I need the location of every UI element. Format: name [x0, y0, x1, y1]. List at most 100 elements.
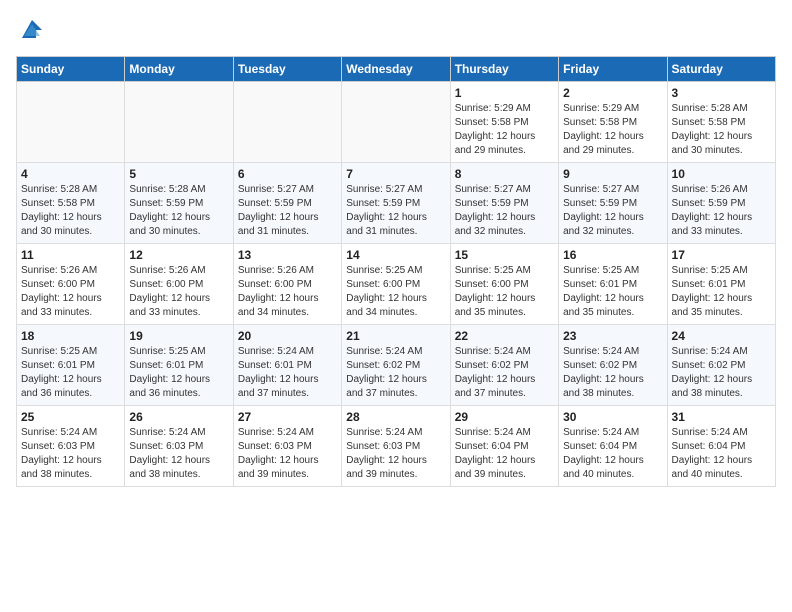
day-info: Sunrise: 5:26 AMSunset: 5:59 PMDaylight:…	[672, 183, 771, 239]
day-info: Sunrise: 5:25 AMSunset: 6:01 PMDaylight:…	[672, 264, 771, 320]
calendar-cell: 19 Sunrise: 5:25 AMSunset: 6:01 PMDayligh…	[125, 325, 233, 406]
calendar-cell: 25 Sunrise: 5:24 AMSunset: 6:03 PMDayligh…	[17, 406, 125, 487]
column-header-wednesday: Wednesday	[342, 57, 450, 82]
calendar-cell: 5 Sunrise: 5:28 AMSunset: 5:59 PMDaylight…	[125, 163, 233, 244]
column-header-monday: Monday	[125, 57, 233, 82]
day-number: 3	[672, 86, 771, 100]
day-number: 26	[129, 410, 228, 424]
logo-icon	[18, 16, 46, 44]
calendar-cell: 24 Sunrise: 5:24 AMSunset: 6:02 PMDayligh…	[667, 325, 775, 406]
day-info: Sunrise: 5:27 AMSunset: 5:59 PMDaylight:…	[455, 183, 554, 239]
column-header-thursday: Thursday	[450, 57, 558, 82]
calendar-cell: 28 Sunrise: 5:24 AMSunset: 6:03 PMDayligh…	[342, 406, 450, 487]
calendar-cell: 31 Sunrise: 5:24 AMSunset: 6:04 PMDayligh…	[667, 406, 775, 487]
day-info: Sunrise: 5:24 AMSunset: 6:02 PMDaylight:…	[563, 345, 662, 401]
calendar-cell: 27 Sunrise: 5:24 AMSunset: 6:03 PMDayligh…	[233, 406, 341, 487]
calendar-cell: 10 Sunrise: 5:26 AMSunset: 5:59 PMDayligh…	[667, 163, 775, 244]
day-number: 25	[21, 410, 120, 424]
day-info: Sunrise: 5:28 AMSunset: 5:59 PMDaylight:…	[129, 183, 228, 239]
day-number: 21	[346, 329, 445, 343]
calendar-cell: 20 Sunrise: 5:24 AMSunset: 6:01 PMDayligh…	[233, 325, 341, 406]
day-number: 15	[455, 248, 554, 262]
day-number: 9	[563, 167, 662, 181]
day-info: Sunrise: 5:24 AMSunset: 6:01 PMDaylight:…	[238, 345, 337, 401]
calendar-cell: 16 Sunrise: 5:25 AMSunset: 6:01 PMDayligh…	[559, 244, 667, 325]
calendar-cell: 17 Sunrise: 5:25 AMSunset: 6:01 PMDayligh…	[667, 244, 775, 325]
day-number: 8	[455, 167, 554, 181]
day-number: 2	[563, 86, 662, 100]
calendar-cell: 9 Sunrise: 5:27 AMSunset: 5:59 PMDaylight…	[559, 163, 667, 244]
calendar-cell: 22 Sunrise: 5:24 AMSunset: 6:02 PMDayligh…	[450, 325, 558, 406]
day-number: 4	[21, 167, 120, 181]
day-number: 28	[346, 410, 445, 424]
column-header-friday: Friday	[559, 57, 667, 82]
calendar-cell: 21 Sunrise: 5:24 AMSunset: 6:02 PMDayligh…	[342, 325, 450, 406]
day-number: 31	[672, 410, 771, 424]
day-info: Sunrise: 5:24 AMSunset: 6:02 PMDaylight:…	[346, 345, 445, 401]
day-info: Sunrise: 5:27 AMSunset: 5:59 PMDaylight:…	[346, 183, 445, 239]
day-number: 20	[238, 329, 337, 343]
day-info: Sunrise: 5:24 AMSunset: 6:04 PMDaylight:…	[563, 426, 662, 482]
calendar-cell	[233, 82, 341, 163]
day-info: Sunrise: 5:24 AMSunset: 6:04 PMDaylight:…	[455, 426, 554, 482]
day-number: 29	[455, 410, 554, 424]
calendar-cell: 29 Sunrise: 5:24 AMSunset: 6:04 PMDayligh…	[450, 406, 558, 487]
day-number: 13	[238, 248, 337, 262]
day-number: 7	[346, 167, 445, 181]
calendar-table: SundayMondayTuesdayWednesdayThursdayFrid…	[16, 56, 776, 487]
day-number: 16	[563, 248, 662, 262]
day-info: Sunrise: 5:24 AMSunset: 6:02 PMDaylight:…	[672, 345, 771, 401]
calendar-cell: 11Sunrise: 5:26 AMSunset: 6:00 PMDayligh…	[17, 244, 125, 325]
calendar-cell: 1Sunrise: 5:29 AMSunset: 5:58 PMDaylight…	[450, 82, 558, 163]
day-info: Sunrise: 5:25 AMSunset: 6:01 PMDaylight:…	[129, 345, 228, 401]
day-info: Sunrise: 5:25 AMSunset: 6:00 PMDaylight:…	[455, 264, 554, 320]
calendar-cell: 6 Sunrise: 5:27 AMSunset: 5:59 PMDaylight…	[233, 163, 341, 244]
day-info: Sunrise: 5:26 AMSunset: 6:00 PMDaylight:…	[129, 264, 228, 320]
calendar-cell: 23 Sunrise: 5:24 AMSunset: 6:02 PMDayligh…	[559, 325, 667, 406]
day-info: Sunrise: 5:25 AMSunset: 6:00 PMDaylight:…	[346, 264, 445, 320]
day-info: Sunrise: 5:24 AMSunset: 6:04 PMDaylight:…	[672, 426, 771, 482]
calendar-cell: 8 Sunrise: 5:27 AMSunset: 5:59 PMDaylight…	[450, 163, 558, 244]
day-info: Sunrise: 5:29 AMSunset: 5:58 PMDaylight:…	[563, 102, 662, 158]
day-number: 27	[238, 410, 337, 424]
day-number: 11	[21, 248, 120, 262]
page-header	[16, 16, 776, 44]
calendar-cell	[17, 82, 125, 163]
day-number: 14	[346, 248, 445, 262]
calendar-cell	[125, 82, 233, 163]
day-info: Sunrise: 5:24 AMSunset: 6:03 PMDaylight:…	[21, 426, 120, 482]
day-info: Sunrise: 5:24 AMSunset: 6:02 PMDaylight:…	[455, 345, 554, 401]
day-info: Sunrise: 5:26 AMSunset: 6:00 PMDaylight:…	[238, 264, 337, 320]
day-info: Sunrise: 5:25 AMSunset: 6:01 PMDaylight:…	[563, 264, 662, 320]
day-number: 22	[455, 329, 554, 343]
day-info: Sunrise: 5:24 AMSunset: 6:03 PMDaylight:…	[238, 426, 337, 482]
calendar-cell: 4Sunrise: 5:28 AMSunset: 5:58 PMDaylight…	[17, 163, 125, 244]
day-info: Sunrise: 5:28 AMSunset: 5:58 PMDaylight:…	[672, 102, 771, 158]
day-number: 30	[563, 410, 662, 424]
calendar-cell: 14 Sunrise: 5:25 AMSunset: 6:00 PMDayligh…	[342, 244, 450, 325]
column-header-tuesday: Tuesday	[233, 57, 341, 82]
day-number: 24	[672, 329, 771, 343]
calendar-cell: 13 Sunrise: 5:26 AMSunset: 6:00 PMDayligh…	[233, 244, 341, 325]
calendar-cell: 12 Sunrise: 5:26 AMSunset: 6:00 PMDayligh…	[125, 244, 233, 325]
day-number: 23	[563, 329, 662, 343]
day-number: 19	[129, 329, 228, 343]
calendar-cell	[342, 82, 450, 163]
calendar-cell: 15 Sunrise: 5:25 AMSunset: 6:00 PMDayligh…	[450, 244, 558, 325]
day-info: Sunrise: 5:27 AMSunset: 5:59 PMDaylight:…	[238, 183, 337, 239]
day-number: 10	[672, 167, 771, 181]
calendar-cell: 3 Sunrise: 5:28 AMSunset: 5:58 PMDaylight…	[667, 82, 775, 163]
day-info: Sunrise: 5:24 AMSunset: 6:03 PMDaylight:…	[346, 426, 445, 482]
day-number: 6	[238, 167, 337, 181]
day-info: Sunrise: 5:24 AMSunset: 6:03 PMDaylight:…	[129, 426, 228, 482]
calendar-cell: 7 Sunrise: 5:27 AMSunset: 5:59 PMDaylight…	[342, 163, 450, 244]
day-info: Sunrise: 5:29 AMSunset: 5:58 PMDaylight:…	[455, 102, 554, 158]
day-number: 12	[129, 248, 228, 262]
calendar-cell: 18Sunrise: 5:25 AMSunset: 6:01 PMDayligh…	[17, 325, 125, 406]
calendar-cell: 30 Sunrise: 5:24 AMSunset: 6:04 PMDayligh…	[559, 406, 667, 487]
logo	[16, 16, 46, 44]
calendar-cell: 26 Sunrise: 5:24 AMSunset: 6:03 PMDayligh…	[125, 406, 233, 487]
day-info: Sunrise: 5:27 AMSunset: 5:59 PMDaylight:…	[563, 183, 662, 239]
day-number: 17	[672, 248, 771, 262]
day-number: 5	[129, 167, 228, 181]
